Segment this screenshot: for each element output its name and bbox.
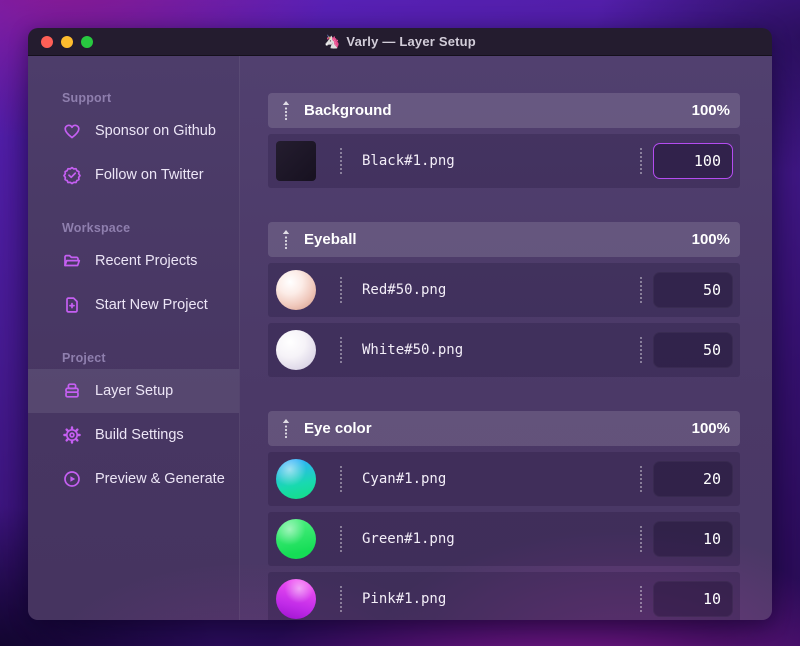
layer-group-percent: 100% [691,420,730,437]
layer-row: White#50.png [268,323,740,377]
sidebar-item-preview-generate[interactable]: Preview & Generate [28,457,239,501]
dotted-divider [340,526,342,552]
sidebar-item-sponsor-on-github[interactable]: Sponsor on Github [28,109,239,153]
dotted-divider [640,526,642,552]
dotted-divider [340,277,342,303]
layer-group-eye-color: Eye color 100% Cyan#1.png Green#1.png Pink#1… [268,411,740,620]
sidebar-item-start-new-project[interactable]: Start New Project [28,283,239,327]
layer-row: Cyan#1.png [268,452,740,506]
sidebar-item-label: Sponsor on Github [95,123,216,139]
layer-weight-input[interactable] [653,332,733,368]
drag-handle-icon[interactable] [281,100,291,122]
dotted-divider [340,466,342,492]
layer-thumbnail-pink-sphere [276,579,316,619]
layer-row: Green#1.png [268,512,740,566]
sidebar-item-label: Follow on Twitter [95,167,204,183]
layer-group-header[interactable]: Eyeball 100% [268,222,740,257]
dotted-divider [340,586,342,612]
layer-group-eyeball: Eyeball 100% Red#50.png White#50.png [268,222,740,377]
layer-weight-input[interactable] [653,143,733,179]
verified-check-icon [62,165,82,185]
layer-group-header[interactable]: Eye color 100% [268,411,740,446]
sidebar-item-label: Start New Project [95,297,208,313]
layer-thumbnail-green-sphere [276,519,316,559]
layer-filename: Cyan#1.png [362,471,447,487]
drag-handle-icon[interactable] [281,418,291,440]
sidebar-item-label: Build Settings [95,427,184,443]
layer-weight-input[interactable] [653,581,733,617]
layer-row: Pink#1.png [268,572,740,620]
layer-group-title: Background [304,102,392,119]
layer-thumbnail-black-square [276,141,316,181]
dotted-divider [340,148,342,174]
heart-icon [62,121,82,141]
sidebar-item-recent-projects[interactable]: Recent Projects [28,239,239,283]
layer-group-background: Background 100% Black#1.png [268,93,740,188]
sidebar-section-support: Support Sponsor on Github Follow on Twitte… [28,91,239,197]
layer-setup-panel: Background 100% Black#1.png Eyeball 100% Red#… [240,56,772,620]
layer-weight-input[interactable] [653,521,733,557]
layer-row: Black#1.png [268,134,740,188]
layer-group-percent: 100% [691,231,730,248]
layer-group-percent: 100% [691,102,730,119]
file-plus-icon [62,295,82,315]
layer-filename: Green#1.png [362,531,455,547]
window-title-text: Varly — Layer Setup [346,34,476,49]
layer-filename: Black#1.png [362,153,455,169]
window-title: 🦄 Varly — Layer Setup [28,34,772,49]
layer-weight-input[interactable] [653,461,733,497]
layer-thumbnail-red-sphere [276,270,316,310]
dotted-divider [340,337,342,363]
window-body: Support Sponsor on Github Follow on Twitte… [28,56,772,620]
sidebar-item-build-settings[interactable]: Build Settings [28,413,239,457]
dotted-divider [640,277,642,303]
sidebar-section-label: Workspace [62,221,131,235]
sidebar-section-label: Project [62,351,106,365]
layer-filename: White#50.png [362,342,464,358]
gear-icon [62,425,82,445]
titlebar: 🦄 Varly — Layer Setup [28,28,772,56]
sidebar-item-label: Layer Setup [95,383,174,399]
sidebar-section-label: Support [62,91,112,105]
layer-group-title: Eyeball [304,231,357,248]
layer-group-header[interactable]: Background 100% [268,93,740,128]
layer-row: Red#50.png [268,263,740,317]
layer-filename: Red#50.png [362,282,447,298]
dotted-divider [640,466,642,492]
layer-filename: Pink#1.png [362,591,447,607]
folder-open-icon [62,251,82,271]
sidebar-section-project: Project Layer Setup Build Settings Preview … [28,351,239,501]
sidebar-item-follow-on-twitter[interactable]: Follow on Twitter [28,153,239,197]
sidebar: Support Sponsor on Github Follow on Twitte… [28,56,240,620]
layer-weight-input[interactable] [653,272,733,308]
sidebar-item-label: Recent Projects [95,253,198,269]
sidebar-item-label: Preview & Generate [95,471,225,487]
dotted-divider [640,586,642,612]
unicorn-app-icon: 🦄 [324,34,341,49]
dotted-divider [640,148,642,174]
play-circle-icon [62,469,82,489]
dotted-divider [640,337,642,363]
layers-icon [62,381,82,401]
layer-group-title: Eye color [304,420,372,437]
layer-thumbnail-cyan-sphere [276,459,316,499]
app-window: 🦄 Varly — Layer Setup Support Sponsor on … [28,28,772,620]
layer-thumbnail-white-sphere [276,330,316,370]
drag-handle-icon[interactable] [281,229,291,251]
sidebar-section-workspace: Workspace Recent Projects Start New Projec… [28,221,239,327]
sidebar-item-layer-setup[interactable]: Layer Setup [28,369,239,413]
